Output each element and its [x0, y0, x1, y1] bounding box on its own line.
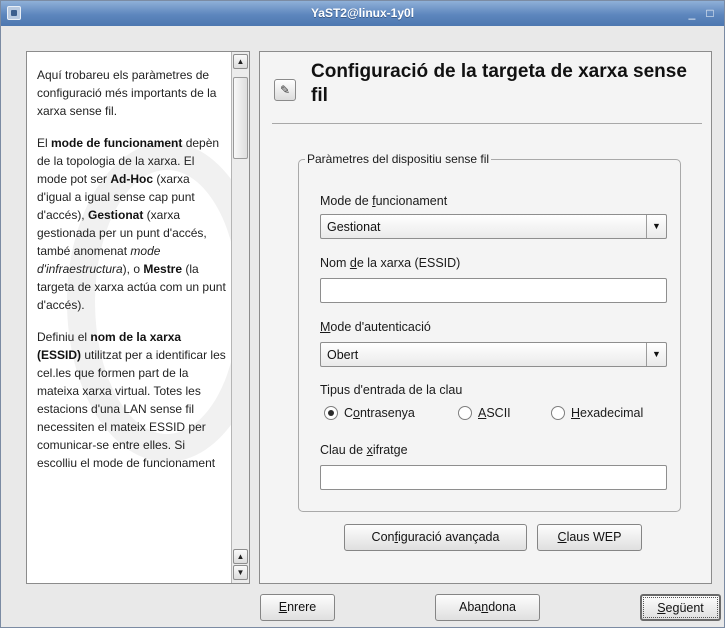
help-paragraph-mode: El mode de funcionament depèn de la topo… [37, 136, 226, 312]
back-button[interactable]: Enrere [260, 594, 335, 621]
next-button[interactable]: Següent [640, 594, 721, 621]
auth-mode-label: Mode d'autenticació [320, 320, 431, 334]
help-panel[interactable]: Aquí trobareu els paràmetres de configur… [26, 51, 250, 584]
help-paragraph-intro: Aquí trobareu els paràmetres de configur… [37, 68, 217, 118]
advanced-config-button[interactable]: Configuració avançada [344, 524, 527, 551]
scroll-thumb[interactable] [233, 77, 248, 159]
radio-passphrase-indicator[interactable] [324, 406, 338, 420]
help-scrollbar[interactable]: ▲ ▲ ▼ [231, 52, 249, 583]
operating-mode-label: Mode de funcionament [320, 194, 448, 208]
page-title: Configuració de la targeta de xarxa sens… [311, 61, 687, 106]
auth-mode-value: Obert [327, 348, 359, 362]
key-input-type-label: Tipus d'entrada de la clau [320, 383, 463, 397]
chevron-down-icon[interactable]: ▼ [646, 215, 666, 238]
radio-hexadecimal-indicator[interactable] [551, 406, 565, 420]
group-label: Paràmetres del dispositiu sense fil [305, 152, 492, 166]
title-bar[interactable]: YaST2@linux-1y0l _ □ [1, 1, 724, 26]
essid-input[interactable] [320, 278, 667, 303]
maximize-button[interactable]: □ [702, 5, 718, 21]
encryption-key-label: Clau de xifratge [320, 443, 408, 457]
radio-ascii-indicator[interactable] [458, 406, 472, 420]
scroll-up-button-lower[interactable]: ▲ [233, 549, 248, 564]
chevron-down-icon[interactable]: ▼ [646, 343, 666, 366]
minimize-button[interactable]: _ [684, 5, 700, 21]
device-parameters-group: Paràmetres del dispositiu sense fil Mode… [298, 152, 681, 512]
abort-button[interactable]: Abandona [435, 594, 540, 621]
help-text: Aquí trobareu els paràmetres de configur… [37, 66, 227, 486]
window-title: YaST2@linux-1y0l [310, 6, 415, 20]
radio-hexadecimal-label: Hexadecimal [571, 406, 644, 420]
main-panel: ✎ Configuració de la targeta de xarxa se… [259, 51, 712, 584]
radio-passphrase-label: Contrasenya [344, 406, 415, 420]
yast-window: YaST2@linux-1y0l _ □ Aquí trobareu els p… [0, 0, 725, 628]
wep-keys-button[interactable]: Claus WEP [537, 524, 642, 551]
wireless-card-config-icon: ✎ [274, 79, 296, 101]
essid-label: Nom de la xarxa (ESSID) [320, 256, 461, 270]
title-divider [272, 123, 702, 124]
help-paragraph-essid: Definiu el nom de la xarxa (ESSID) utili… [37, 330, 226, 470]
scroll-up-button[interactable]: ▲ [233, 54, 248, 69]
scroll-down-button[interactable]: ▼ [233, 565, 248, 580]
operating-mode-value: Gestionat [327, 220, 381, 234]
encryption-key-input[interactable] [320, 465, 667, 490]
radio-ascii-label: ASCII [478, 406, 511, 420]
operating-mode-select[interactable]: Gestionat ▼ [320, 214, 667, 239]
auth-mode-select[interactable]: Obert ▼ [320, 342, 667, 367]
